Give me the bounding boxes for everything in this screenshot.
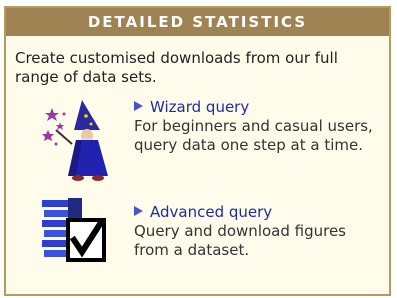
advanced-query-link[interactable]: Advanced query [134,203,272,222]
wizard-query-label: Wizard query [150,98,250,116]
advanced-query-label: Advanced query [150,203,273,221]
panel-title: DETAILED STATISTICS [6,8,389,36]
intro-text: Create customised downloads from our ful… [15,49,338,86]
detailed-statistics-panel: DETAILED STATISTICS Create customised do… [4,6,391,296]
arrow-right-icon [134,101,143,111]
wizard-query-description: For beginners and casual users, query da… [134,117,373,154]
advanced-query-description: Query and download figures from a datase… [134,222,346,259]
checklist-icon[interactable] [42,198,112,270]
wizard-icon[interactable] [42,100,122,182]
wizard-query-link[interactable]: Wizard query [134,98,249,117]
arrow-right-icon [134,206,143,216]
advanced-query-item: Advanced query Query and download figure… [134,203,384,260]
wizard-query-item: Wizard query For beginners and casual us… [134,98,384,155]
